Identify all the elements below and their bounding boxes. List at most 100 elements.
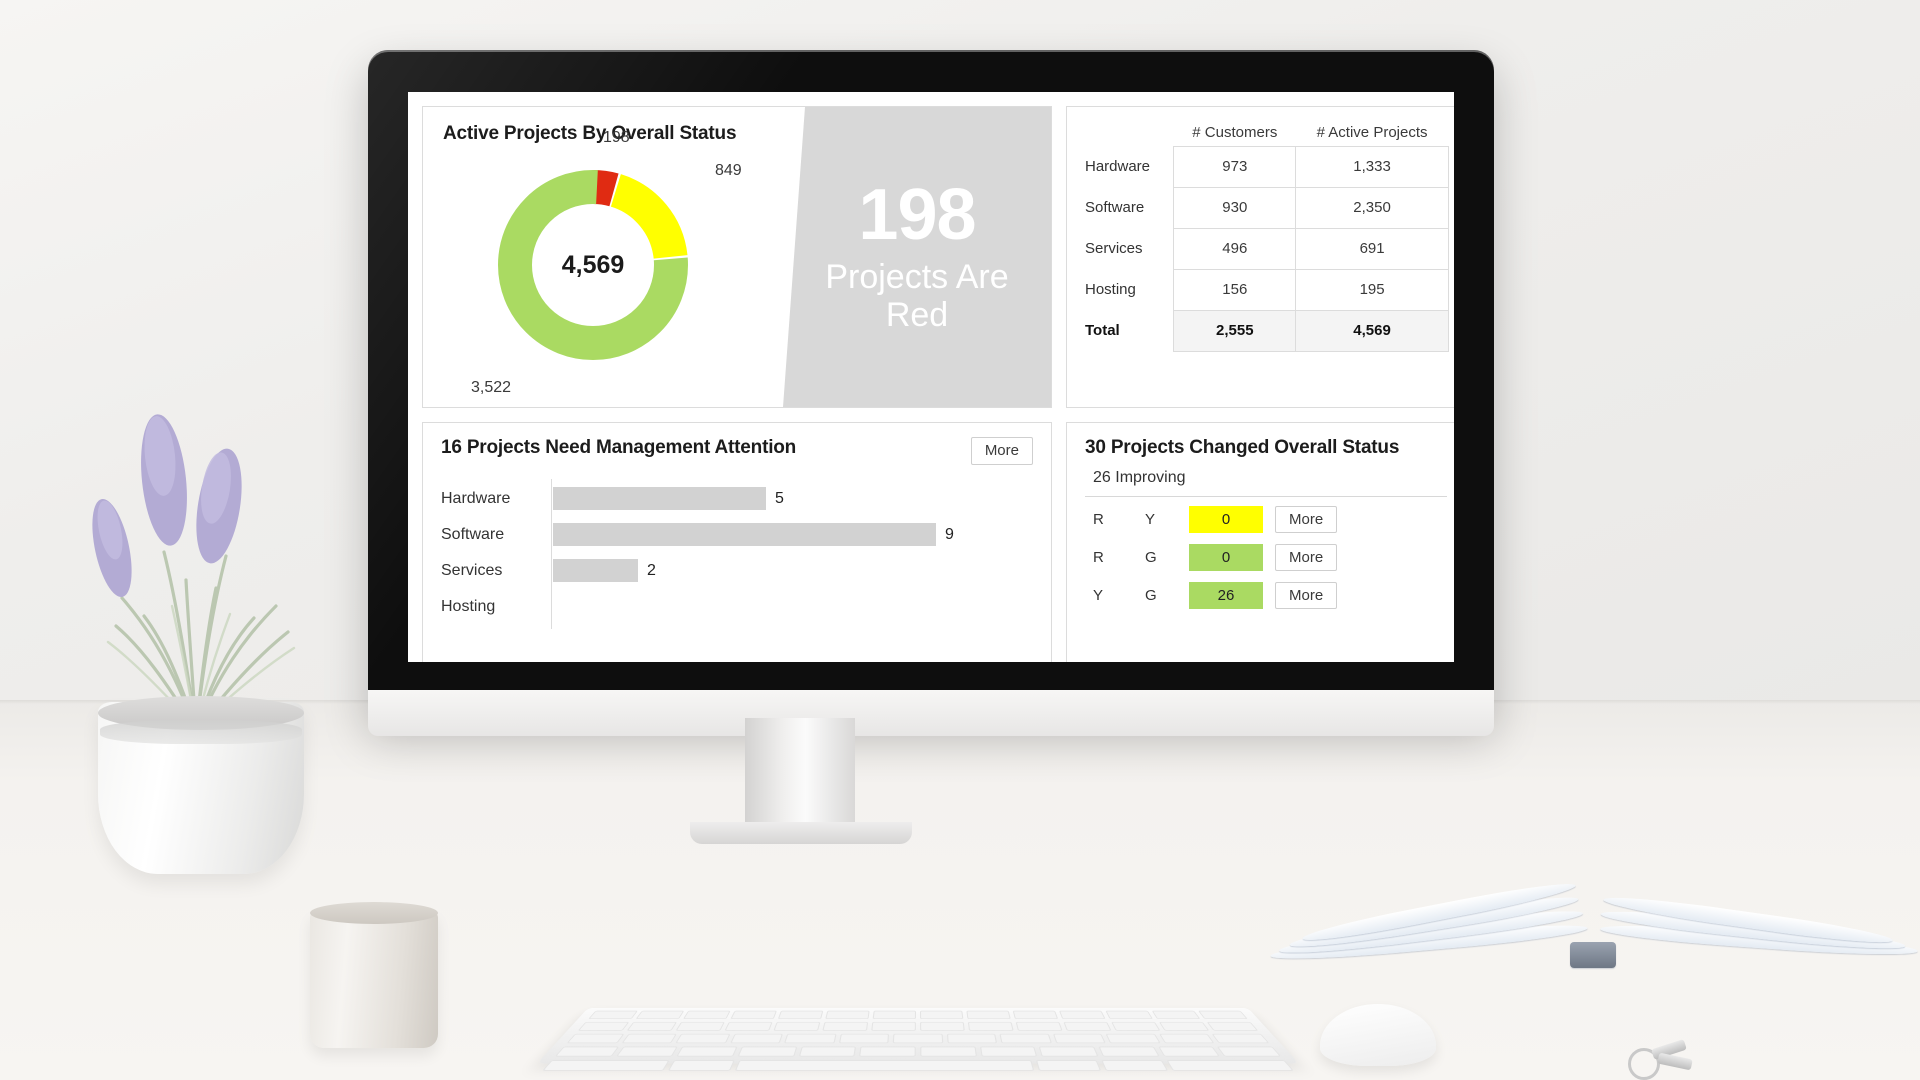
key[interactable] — [1063, 1021, 1112, 1031]
concrete-mug-rim — [310, 902, 438, 924]
key[interactable] — [683, 1010, 731, 1020]
keyboard-row — [543, 1046, 1292, 1057]
key[interactable] — [566, 1033, 624, 1044]
key[interactable] — [1212, 1033, 1270, 1044]
table-total-customers: 2,555 — [1173, 309, 1297, 352]
change-more-button[interactable]: More — [1275, 543, 1338, 572]
key[interactable] — [1105, 1033, 1161, 1044]
key[interactable] — [1206, 1021, 1259, 1031]
donut-chart[interactable]: 4,569 — [493, 165, 693, 365]
key[interactable] — [635, 1010, 685, 1020]
key[interactable] — [626, 1021, 678, 1031]
key[interactable] — [920, 1046, 977, 1057]
key[interactable] — [784, 1033, 837, 1044]
key[interactable] — [729, 1033, 784, 1044]
key[interactable] — [1158, 1033, 1215, 1044]
key[interactable] — [822, 1021, 869, 1031]
key[interactable] — [773, 1021, 821, 1031]
key[interactable] — [1052, 1033, 1107, 1044]
key[interactable] — [1105, 1010, 1153, 1020]
change-card-title: 30 Projects Changed Overall Status — [1085, 437, 1400, 458]
bar-row[interactable]: Services 2 — [441, 553, 1033, 589]
key[interactable] — [730, 1010, 777, 1020]
key[interactable] — [734, 1060, 1035, 1071]
customers-projects-table-card: # Customers # Active Projects Hardware 9… — [1066, 106, 1454, 408]
table-cell-customers: 496 — [1173, 227, 1297, 270]
key[interactable] — [1111, 1021, 1161, 1031]
key[interactable] — [1217, 1046, 1282, 1057]
key[interactable] — [621, 1033, 677, 1044]
change-more-button[interactable]: More — [1275, 581, 1338, 610]
open-book — [1269, 877, 1920, 1038]
key[interactable] — [1157, 1046, 1221, 1057]
keyboard-row — [578, 1010, 1258, 1020]
key[interactable] — [1036, 1060, 1102, 1071]
change-row[interactable]: R Y 0 More — [1085, 504, 1447, 535]
change-count: 0 — [1189, 506, 1263, 533]
bar-label: Hardware — [441, 489, 511, 507]
table-cell-active-projects: 691 — [1295, 227, 1449, 270]
key[interactable] — [668, 1060, 735, 1071]
change-row[interactable]: R G 0 More — [1085, 542, 1447, 573]
key[interactable] — [1015, 1021, 1063, 1031]
key[interactable] — [777, 1010, 824, 1020]
key[interactable] — [892, 1033, 943, 1044]
table-cell-customers: 973 — [1173, 145, 1297, 188]
attention-more-button[interactable]: More — [970, 437, 1033, 465]
table-row[interactable]: Services 496 691 — [1083, 227, 1449, 270]
key[interactable] — [825, 1010, 870, 1020]
key[interactable] — [1198, 1010, 1248, 1020]
key[interactable] — [1039, 1046, 1099, 1057]
change-more-button[interactable]: More — [1275, 505, 1338, 534]
key[interactable] — [871, 1021, 916, 1031]
key[interactable] — [838, 1033, 890, 1044]
attention-bar-chart: Hardware 5 Software 9 Services 2 Hosting — [441, 478, 1033, 629]
key[interactable] — [946, 1033, 998, 1044]
active-projects-status-card: Active Projects By Overall Status 4,569 … — [422, 106, 1052, 408]
key[interactable] — [1101, 1060, 1168, 1071]
table-row[interactable]: Software 930 2,350 — [1083, 186, 1449, 229]
key[interactable] — [979, 1046, 1038, 1057]
key[interactable] — [542, 1060, 670, 1071]
key[interactable] — [588, 1010, 638, 1020]
key[interactable] — [999, 1033, 1052, 1044]
key[interactable] — [1098, 1046, 1160, 1057]
bar-fill — [553, 559, 638, 582]
key[interactable] — [798, 1046, 857, 1057]
key[interactable] — [1158, 1021, 1210, 1031]
table-cell-customers: 930 — [1173, 186, 1297, 229]
key[interactable] — [615, 1046, 679, 1057]
key[interactable] — [675, 1021, 725, 1031]
bar-value: 2 — [647, 561, 656, 579]
plant-pot-band — [100, 720, 302, 744]
bar-row[interactable]: Hardware 5 — [441, 481, 1033, 517]
key[interactable] — [859, 1046, 916, 1057]
key[interactable] — [920, 1021, 965, 1031]
key[interactable] — [1059, 1010, 1106, 1020]
key[interactable] — [577, 1021, 630, 1031]
key[interactable] — [872, 1010, 916, 1020]
key[interactable] — [920, 1010, 964, 1020]
key[interactable] — [966, 1010, 1011, 1020]
key[interactable] — [1166, 1060, 1294, 1071]
key[interactable] — [675, 1033, 731, 1044]
key[interactable] — [1012, 1010, 1059, 1020]
monitor-stand-neck — [745, 718, 855, 828]
change-row[interactable]: Y G 26 More — [1085, 580, 1447, 611]
attention-card-title: 16 Projects Need Management Attention — [441, 437, 797, 458]
keyboard[interactable] — [537, 1008, 1299, 1071]
table-row[interactable]: Hardware 973 1,333 — [1083, 145, 1449, 188]
red-projects-kpi-panel[interactable]: 198 Projects Are Red — [783, 107, 1051, 407]
bar-row[interactable]: Software 9 — [441, 517, 1033, 553]
donut-label-green: 3,522 — [471, 379, 512, 396]
key[interactable] — [967, 1021, 1014, 1031]
key[interactable] — [737, 1046, 797, 1057]
kpi-caption: Projects Are Red — [825, 258, 1009, 335]
monitor-screen: Active Projects By Overall Status 4,569 … — [408, 92, 1454, 662]
bar-row[interactable]: Hosting — [441, 589, 1033, 625]
key[interactable] — [724, 1021, 773, 1031]
table-row[interactable]: Hosting 156 195 — [1083, 268, 1449, 311]
key[interactable] — [554, 1046, 619, 1057]
key[interactable] — [676, 1046, 738, 1057]
key[interactable] — [1151, 1010, 1201, 1020]
